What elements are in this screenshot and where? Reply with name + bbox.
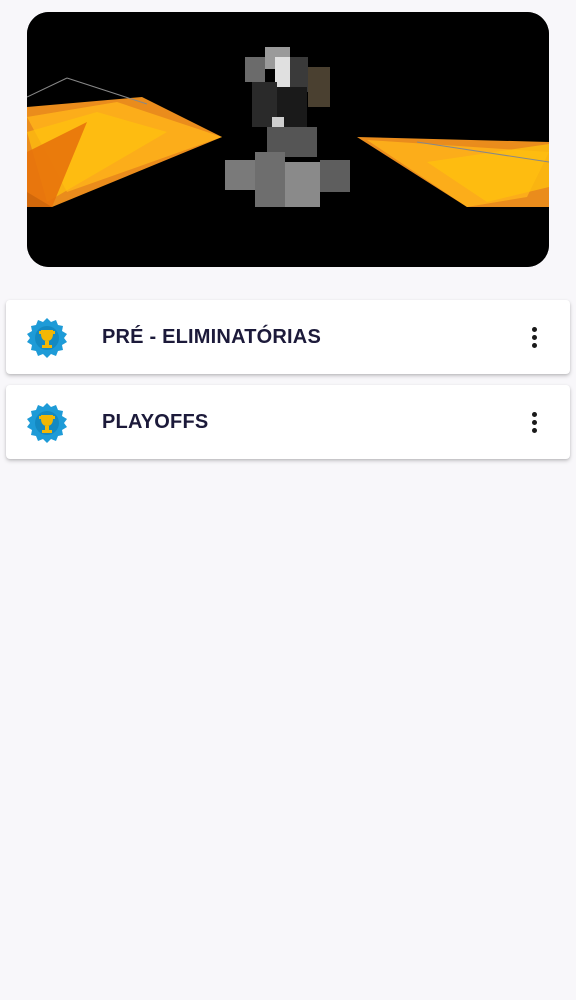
more-options-icon[interactable] bbox=[520, 408, 548, 436]
phase-label: PRÉ - ELIMINATÓRIAS bbox=[102, 326, 321, 348]
trophy-badge-icon bbox=[26, 317, 68, 359]
phase-list: PRÉ - ELIMINATÓRIAS PLAYOFFS bbox=[6, 300, 570, 470]
trophy-badge-icon bbox=[26, 402, 68, 444]
phase-label: PLAYOFFS bbox=[102, 411, 209, 433]
banner-artwork bbox=[27, 12, 549, 267]
phase-item-playoffs[interactable]: PLAYOFFS bbox=[6, 385, 570, 459]
more-options-icon[interactable] bbox=[520, 323, 548, 351]
competition-banner bbox=[27, 12, 549, 267]
phase-item-pre-eliminatorias[interactable]: PRÉ - ELIMINATÓRIAS bbox=[6, 300, 570, 374]
